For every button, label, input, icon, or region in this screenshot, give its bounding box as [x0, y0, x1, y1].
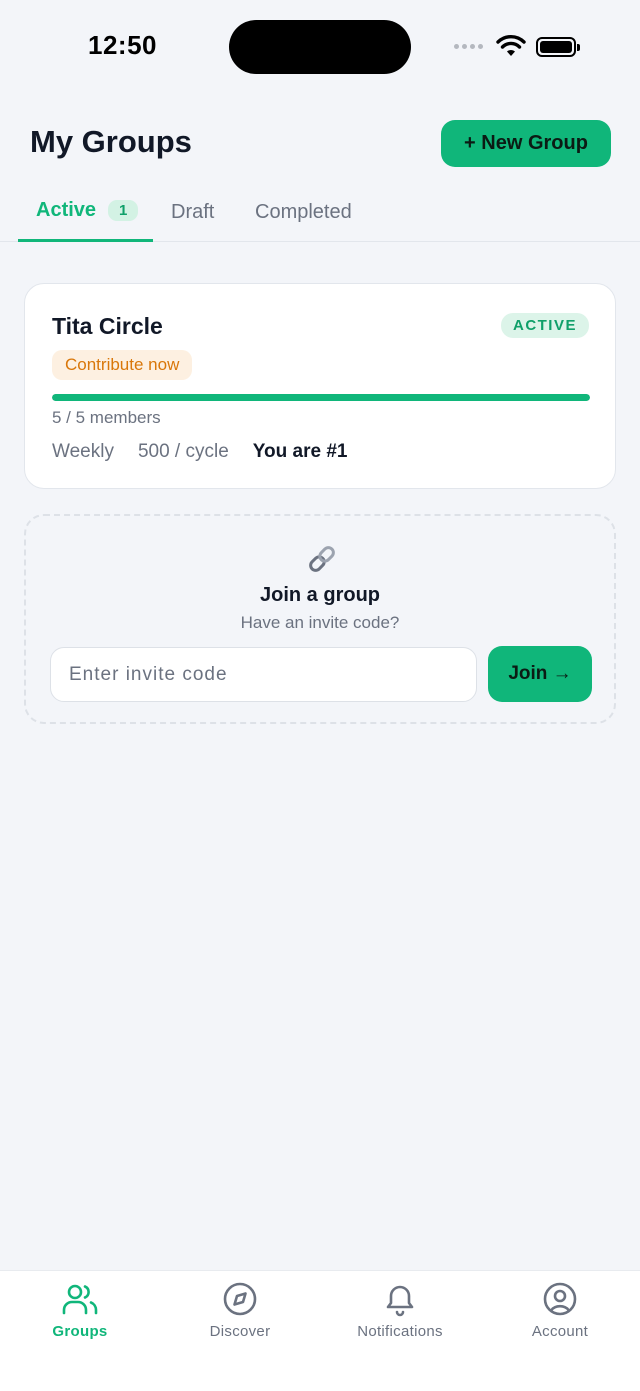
tab-label: Active [36, 199, 97, 221]
nav-account[interactable]: Account [480, 1281, 640, 1351]
join-group-card: Join a group Have an invite code? Join → [24, 514, 616, 724]
join-title: Join a group [260, 584, 380, 606]
status-time: 12:50 [88, 30, 157, 60]
contribute-now-pill[interactable]: Contribute now [52, 350, 193, 380]
compass-icon [223, 1282, 257, 1316]
group-amount: 500 / cycle [137, 441, 229, 462]
status-bar: 12:50 [0, 0, 640, 96]
wifi-icon [496, 35, 526, 56]
group-frequency: Weekly [52, 441, 114, 462]
group-meta: Weekly 500 / cycle You are #1 [52, 441, 347, 463]
invite-code-input[interactable] [50, 647, 477, 702]
nav-label: Discover [209, 1323, 271, 1340]
nav-notifications[interactable]: Notifications [320, 1281, 480, 1351]
nav-label: Account [531, 1323, 589, 1340]
bottom-nav: Groups Discover Notifications Account [0, 1270, 640, 1391]
link-icon [309, 546, 335, 572]
bell-icon [386, 1285, 414, 1317]
payout-position: You are #1 [252, 441, 348, 462]
group-tabs: Active 1 Draft Completed [0, 182, 640, 242]
join-button[interactable]: Join → [488, 646, 592, 702]
group-name: Tita Circle [52, 313, 163, 339]
members-count: 5 / 5 members [52, 408, 161, 427]
group-card[interactable]: Tita Circle ACTIVE Contribute now 5 / 5 … [24, 283, 616, 489]
progress-fill [52, 394, 590, 401]
nav-discover[interactable]: Discover [160, 1281, 320, 1351]
join-subtitle: Have an invite code? [240, 613, 400, 632]
tab-label: Completed [255, 200, 352, 223]
nav-label: Notifications [357, 1323, 443, 1340]
tab-active[interactable]: Active 1 [18, 182, 153, 242]
dynamic-island [229, 20, 411, 74]
nav-label: Groups [52, 1323, 108, 1340]
tab-completed[interactable]: Completed [255, 182, 352, 242]
battery-icon [536, 37, 580, 57]
users-icon [62, 1284, 98, 1315]
signal-icon [454, 44, 483, 49]
nav-groups[interactable]: Groups [0, 1281, 160, 1351]
tab-count-badge: 1 [108, 200, 139, 221]
page-title: My Groups [30, 124, 192, 159]
tab-label: Draft [171, 200, 215, 223]
status-badge: ACTIVE [500, 313, 589, 338]
user-circle-icon [543, 1282, 577, 1316]
tab-draft[interactable]: Draft [171, 182, 214, 242]
members-progress-bar [52, 394, 590, 401]
new-group-button[interactable]: + New Group [441, 120, 611, 167]
